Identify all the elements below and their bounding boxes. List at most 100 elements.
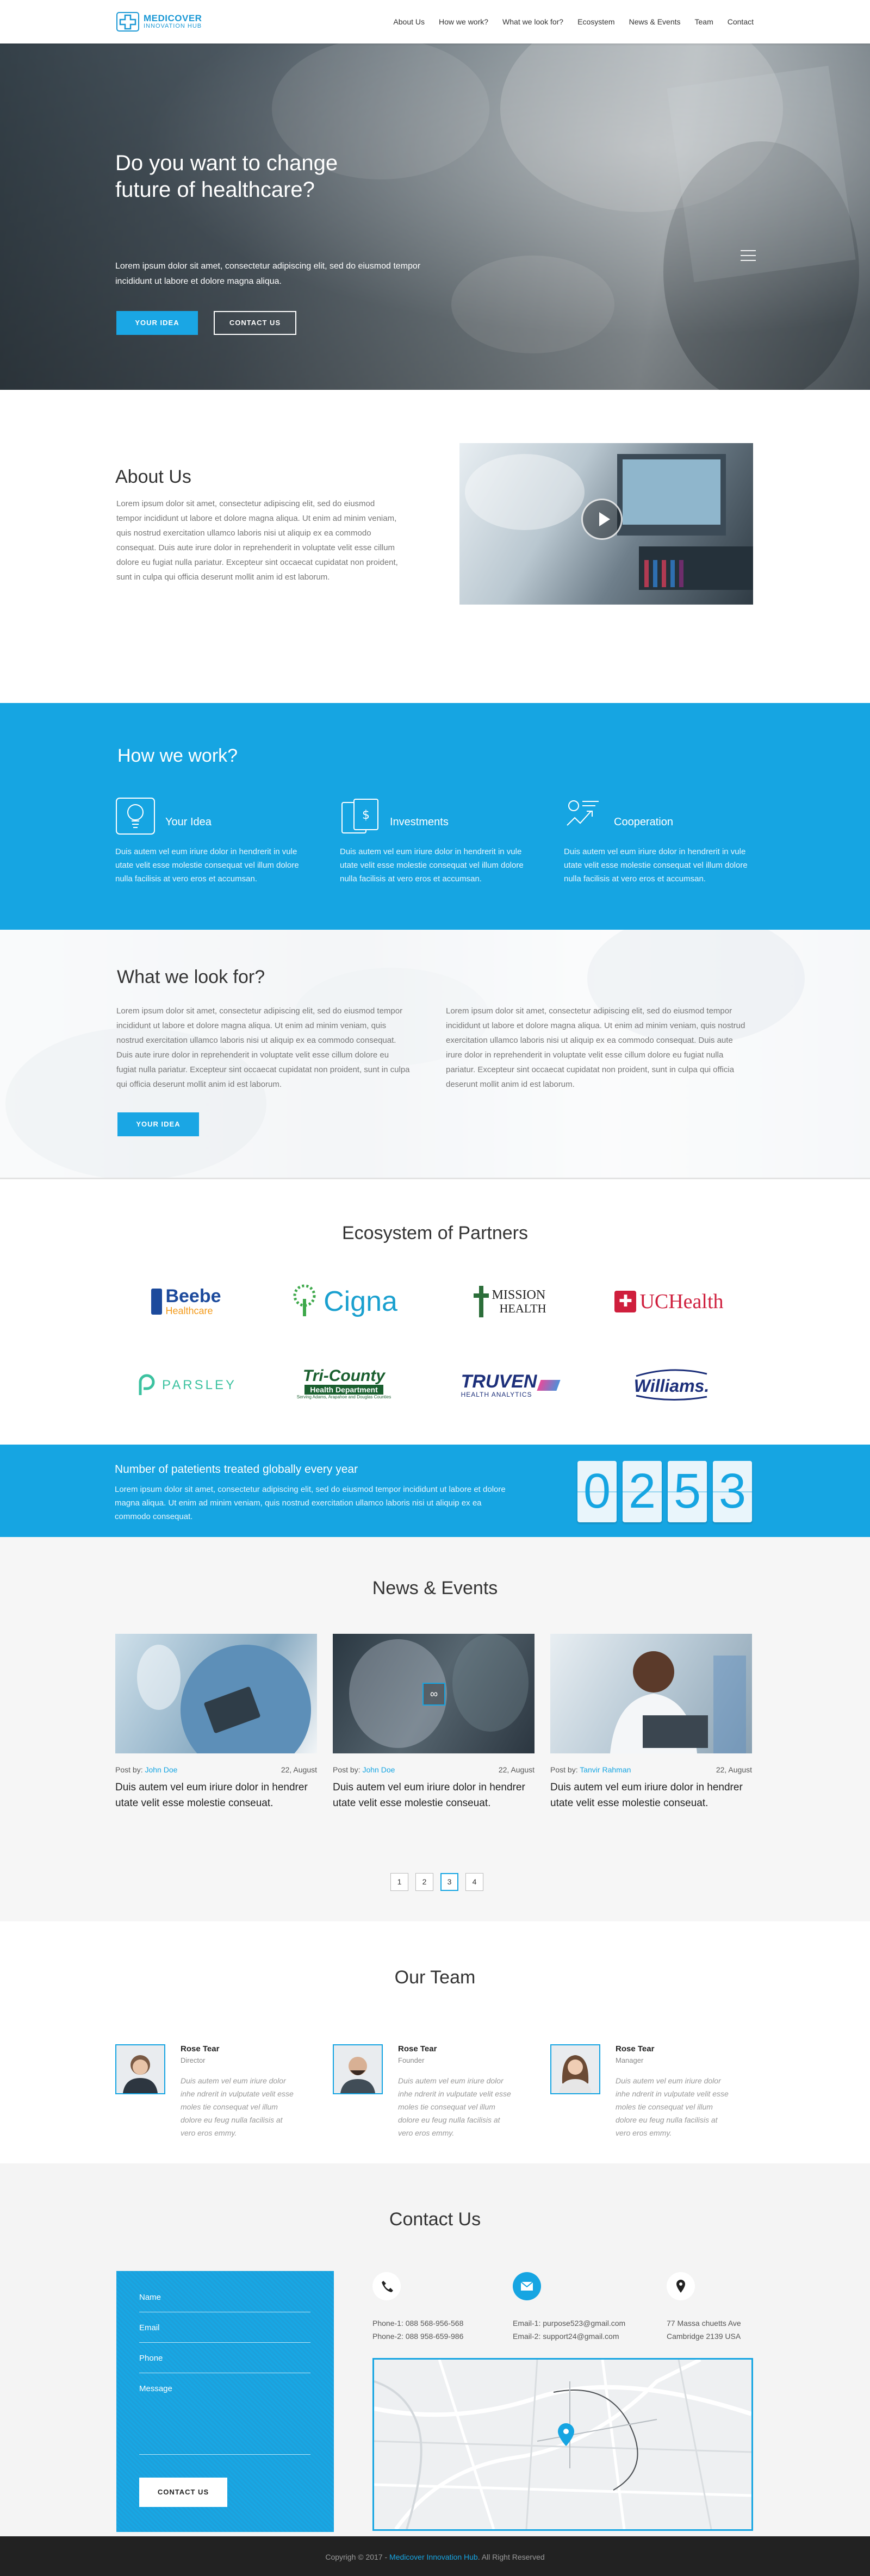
copyright-suffix: . All Right Reserved bbox=[477, 2553, 545, 2561]
nav-how[interactable]: How we work? bbox=[439, 17, 488, 26]
contact-title: Contact Us bbox=[389, 2209, 481, 2230]
stats-section: Number of patetients treated globally ev… bbox=[0, 1445, 870, 1537]
email-icon bbox=[513, 2272, 541, 2300]
news-date: 22, August bbox=[498, 1765, 535, 1774]
news-image[interactable]: ∞ bbox=[333, 1634, 535, 1753]
about-title: About Us bbox=[115, 466, 191, 487]
phone-1: Phone-1: 088 568-956-568 bbox=[372, 2319, 464, 2328]
site-footer: Copyrigh © 2017 - Medicover Innovation H… bbox=[0, 2536, 870, 2576]
main-nav: About Us How we work? What we look for? … bbox=[393, 17, 754, 26]
contact-us-button[interactable]: CONTACT US bbox=[214, 311, 296, 335]
nav-news[interactable]: News & Events bbox=[629, 17, 681, 26]
logo[interactable]: MEDICOVER INNOVATION HUB bbox=[116, 12, 202, 32]
news-date: 22, August bbox=[281, 1765, 317, 1774]
avatar[interactable] bbox=[550, 2044, 600, 2094]
partner-uchealth-logo[interactable]: ✚ UCHealth bbox=[602, 1283, 736, 1321]
hero-section: Do you want to change future of healthca… bbox=[0, 43, 870, 390]
stats-title: Number of patetients treated globally ev… bbox=[115, 1463, 358, 1476]
contact-us-submit-button[interactable]: CONTACT US bbox=[139, 2478, 227, 2507]
how-item-title: Cooperation bbox=[614, 816, 673, 828]
location-map[interactable] bbox=[372, 2358, 753, 2531]
logo-title: MEDICOVER bbox=[144, 13, 202, 23]
partner-cigna-logo[interactable]: Cigna bbox=[280, 1283, 405, 1321]
address-line-1: 77 Massa chuetts Ave bbox=[667, 2319, 741, 2328]
message-field[interactable]: Message bbox=[139, 2384, 310, 2455]
page-1-button[interactable]: 1 bbox=[390, 1873, 408, 1891]
email-2[interactable]: Email-2: support24@gmail.com bbox=[513, 2330, 619, 2343]
partner-williams-logo[interactable]: Williams. bbox=[628, 1366, 715, 1404]
nav-contact[interactable]: Contact bbox=[728, 17, 754, 26]
news-date: 22, August bbox=[716, 1765, 752, 1774]
email-1[interactable]: Email-1: purpose523@gmail.com bbox=[513, 2317, 625, 2330]
hamburger-icon[interactable] bbox=[741, 250, 756, 265]
copyright-text: Copyrigh © 2017 - bbox=[325, 2553, 390, 2561]
name-field[interactable]: Name bbox=[139, 2293, 310, 2312]
counter-digit: 3 bbox=[713, 1461, 752, 1522]
map-marker-icon[interactable] bbox=[557, 2422, 575, 2447]
link-icon[interactable]: ∞ bbox=[422, 1683, 445, 1706]
how-item-text: Duis autem vel eum iriure dolor in hendr… bbox=[340, 847, 524, 883]
money-document-icon: $ bbox=[341, 799, 378, 833]
page-4-button[interactable]: 4 bbox=[465, 1873, 483, 1891]
partner-mission-health-logo[interactable]: MISSION HEALTH bbox=[462, 1283, 557, 1321]
news-image[interactable] bbox=[550, 1634, 752, 1753]
news-card[interactable]: Post by: John Doe 22, August Duis autem … bbox=[115, 1634, 317, 1811]
hero-title: Do you want to change future of healthca… bbox=[115, 151, 338, 202]
logo-subtitle: INNOVATION HUB bbox=[144, 23, 202, 29]
member-bio: Duis autem vel eum iriure dolor inhe ndr… bbox=[616, 2076, 729, 2137]
nav-ecosystem[interactable]: Ecosystem bbox=[577, 17, 614, 26]
partner-beebe-logo[interactable]: Beebe Healthcare bbox=[136, 1283, 237, 1321]
cooperation-arrows-icon bbox=[567, 800, 599, 826]
tree-icon bbox=[293, 1284, 316, 1316]
medical-cross-icon bbox=[116, 12, 139, 32]
news-author-link[interactable]: John Doe bbox=[145, 1765, 177, 1774]
member-role: Founder bbox=[398, 2056, 425, 2064]
news-card[interactable]: ∞ Post by: John Doe 22, August Duis aute… bbox=[333, 1634, 535, 1811]
news-image[interactable] bbox=[115, 1634, 317, 1753]
counter-digit: 5 bbox=[668, 1461, 707, 1522]
contact-section: Contact Us Name Email Phone Message CONT… bbox=[0, 2163, 870, 2536]
member-name: Rose Tear bbox=[181, 2044, 220, 2054]
nav-about[interactable]: About Us bbox=[393, 17, 425, 26]
avatar[interactable] bbox=[333, 2044, 383, 2094]
hero-text: Lorem ipsum dolor sit amet, consectetur … bbox=[115, 262, 421, 286]
partner-truven-logo[interactable]: TRUVEN HEALTH ANALYTICS bbox=[454, 1366, 566, 1404]
how-item-title: Investments bbox=[390, 816, 449, 828]
phone-2: Phone-2: 088 958-659-986 bbox=[372, 2332, 464, 2341]
news-headline[interactable]: Duis autem vel eum iriure dolor in hendr… bbox=[115, 1779, 317, 1811]
avatar[interactable] bbox=[115, 2044, 165, 2094]
how-item-text: Duis autem vel eum iriure dolor in hendr… bbox=[115, 847, 299, 883]
about-section: About Us Lorem ipsum dolor sit amet, con… bbox=[0, 390, 870, 703]
nav-look[interactable]: What we look for? bbox=[502, 17, 563, 26]
your-idea-button[interactable]: YOUR IDEA bbox=[117, 1112, 199, 1136]
lightbulb-icon bbox=[116, 798, 155, 835]
address-line-2: Cambridge 2139 USA bbox=[667, 2332, 741, 2341]
page-2-button[interactable]: 2 bbox=[415, 1873, 433, 1891]
how-item-idea: Your Idea Duis autem vel eum iriure dolo… bbox=[115, 797, 311, 883]
footer-brand-link[interactable]: Medicover Innovation Hub bbox=[389, 2553, 478, 2561]
counter-digit: 2 bbox=[623, 1461, 662, 1522]
news-headline[interactable]: Duis autem vel eum iriure dolor in hendr… bbox=[550, 1779, 752, 1811]
news-events-section: News & Events Post by: John Doe 22, Augu… bbox=[0, 1537, 870, 1921]
svg-text:$: $ bbox=[362, 808, 370, 822]
email-field[interactable]: Email bbox=[139, 2323, 310, 2343]
parsley-leaf-icon bbox=[139, 1374, 155, 1395]
news-card[interactable]: Post by: Tanvir Rahman 22, August Duis a… bbox=[550, 1634, 752, 1811]
news-author-link[interactable]: John Doe bbox=[362, 1765, 395, 1774]
partner-tri-county-logo[interactable]: Tri-County Health Department Serving Ada… bbox=[283, 1364, 405, 1402]
site-header: MEDICOVER INNOVATION HUB About Us How we… bbox=[0, 0, 870, 43]
news-author-link[interactable]: Tanvir Rahman bbox=[580, 1765, 631, 1774]
member-role: Director bbox=[181, 2056, 206, 2064]
news-headline[interactable]: Duis autem vel eum iriure dolor in hendr… bbox=[333, 1779, 535, 1811]
about-text: Lorem ipsum dolor sit amet, consectetur … bbox=[116, 499, 398, 582]
member-bio: Duis autem vel eum iriure dolor inhe ndr… bbox=[398, 2076, 511, 2137]
stats-text: Lorem ipsum dolor sit amet, consectetur … bbox=[115, 1485, 506, 1521]
nav-team[interactable]: Team bbox=[695, 17, 713, 26]
phone-field[interactable]: Phone bbox=[139, 2354, 310, 2373]
your-idea-button[interactable]: YOUR IDEA bbox=[116, 311, 198, 335]
about-video[interactable] bbox=[459, 443, 753, 605]
partner-parsley-logo[interactable]: PARSLEY bbox=[133, 1366, 239, 1404]
play-icon[interactable] bbox=[581, 499, 623, 540]
how-item-investments: $ Investments Duis autem vel eum iriure … bbox=[340, 797, 536, 883]
page-3-button-active[interactable]: 3 bbox=[440, 1873, 458, 1891]
